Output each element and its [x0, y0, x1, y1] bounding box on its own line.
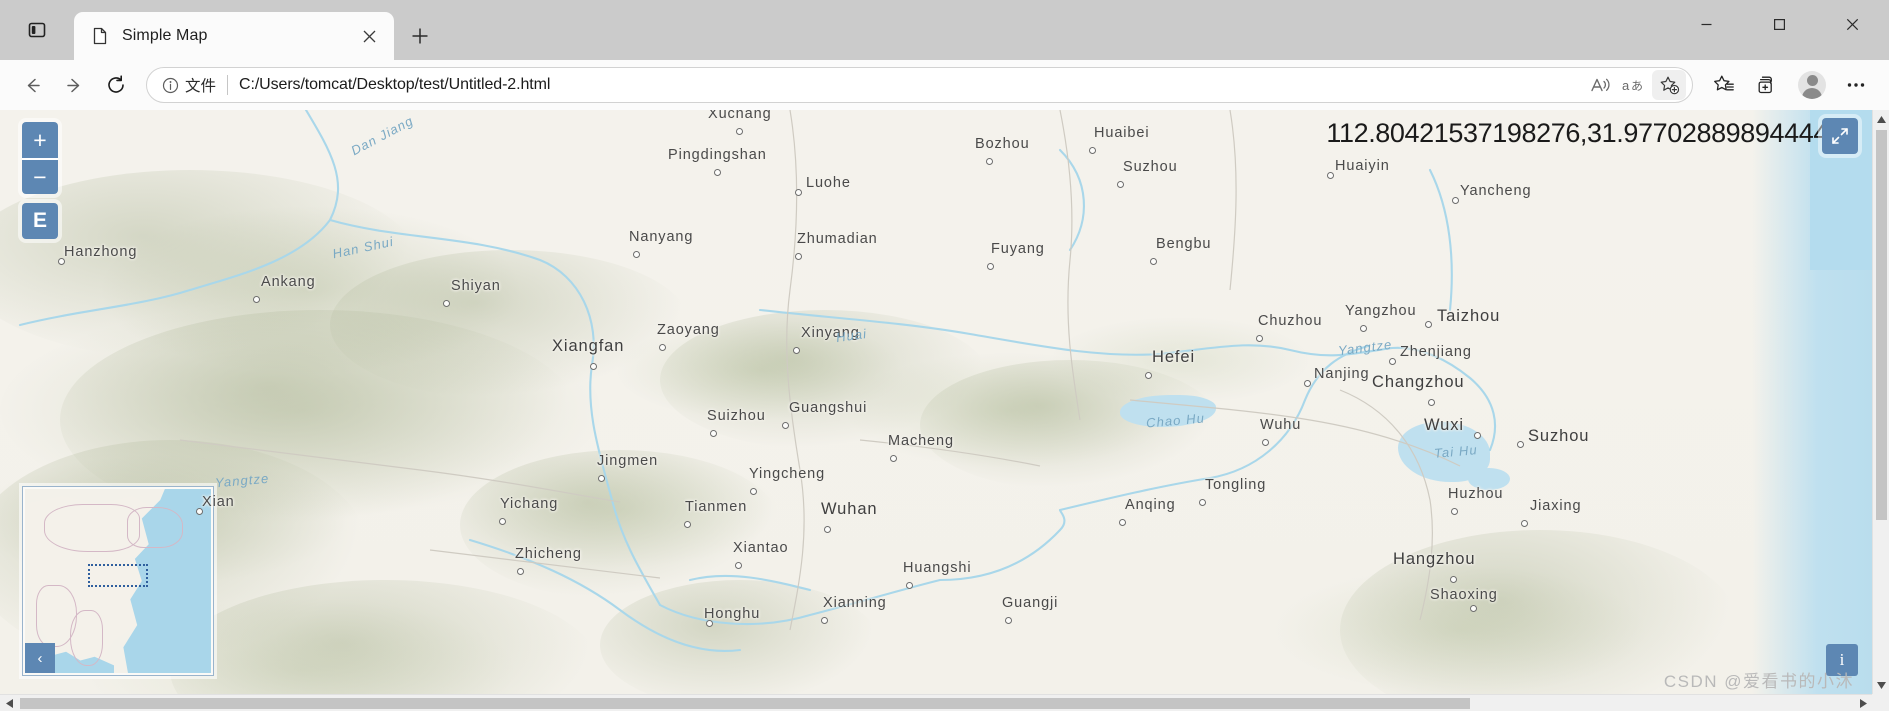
map-basemap-tiles [0, 110, 1872, 694]
page-viewport: 112.80421537198276,31.97702889894444 + −… [0, 110, 1889, 694]
collections-icon [1758, 76, 1772, 94]
minimize-icon [1701, 23, 1712, 25]
caret-down-icon [1876, 681, 1886, 689]
favorites-icon [1714, 75, 1734, 91]
caret-right-icon [1859, 698, 1867, 708]
compass-button[interactable]: E [22, 203, 58, 239]
svg-text:a: a [1622, 78, 1630, 93]
overview-collapse-button[interactable]: ‹ [25, 643, 55, 673]
maximize-icon [1774, 18, 1786, 30]
info-circle-icon[interactable] [157, 72, 183, 98]
profile-button[interactable] [1791, 66, 1833, 104]
scroll-up-button[interactable] [1873, 110, 1889, 128]
omnibox-divider [227, 75, 229, 95]
document-icon [90, 26, 110, 46]
arrow-right-icon [66, 78, 79, 92]
expand-arrows-icon [1832, 128, 1848, 144]
horizontal-scroll-thumb[interactable] [20, 697, 1470, 709]
attribution-info-button[interactable]: i [1826, 644, 1858, 676]
close-tab-icon[interactable] [354, 21, 384, 51]
zoom-out-button[interactable]: − [22, 158, 58, 194]
read-aloud-icon[interactable] [1584, 70, 1618, 100]
window-controls [1670, 0, 1889, 60]
settings-and-more-button[interactable] [1835, 66, 1877, 104]
url-text[interactable]: C:/Users/tomcat/Desktop/test/Untitled-2.… [239, 76, 1584, 94]
scroll-left-button[interactable] [0, 694, 18, 711]
plus-icon [412, 28, 428, 44]
add-favorite-icon[interactable] [1652, 70, 1686, 100]
forward-button[interactable] [54, 66, 94, 104]
arrow-left-icon [27, 78, 40, 92]
svg-text:あ: あ [1631, 79, 1643, 93]
browser-titlebar: Simple Map [0, 0, 1889, 60]
address-bar[interactable]: 文件 C:/Users/tomcat/Desktop/test/Untitled… [146, 67, 1693, 103]
tab-strip-left [0, 0, 74, 60]
vertical-scrollbar[interactable] [1872, 110, 1889, 694]
settings-more-icon [1847, 83, 1865, 87]
close-window-button[interactable] [1816, 0, 1889, 48]
refresh-icon [108, 75, 124, 93]
zoom-controls: + − [22, 122, 58, 194]
browser-tab[interactable]: Simple Map [74, 12, 394, 60]
tab-actions-icon [28, 22, 46, 38]
tab-title: Simple Map [122, 27, 208, 44]
browser-window: Simple Map 文件 C:/Users/tomcat/Desktop/te… [0, 0, 1889, 711]
scrollbar-corner [1872, 694, 1889, 711]
overview-map-panel[interactable]: ‹ [22, 486, 214, 676]
tab-actions-button[interactable] [16, 11, 58, 49]
refresh-button[interactable] [96, 66, 136, 104]
collections-button[interactable] [1747, 66, 1789, 104]
caret-up-icon [1876, 115, 1886, 123]
new-tab-button[interactable] [400, 16, 440, 56]
scroll-down-button[interactable] [1873, 676, 1889, 694]
maximize-button[interactable] [1743, 0, 1816, 48]
overview-country-border [69, 610, 104, 666]
browser-toolbar: 文件 C:/Users/tomcat/Desktop/test/Untitled… [0, 60, 1889, 110]
zoom-in-button[interactable]: + [22, 122, 58, 158]
sea-area [1752, 110, 1872, 694]
favorites-button[interactable] [1703, 66, 1745, 104]
scroll-right-button[interactable] [1854, 694, 1872, 711]
caret-left-icon [5, 698, 13, 708]
translate-icon[interactable]: a あ [1618, 70, 1652, 100]
overview-country-border [43, 503, 141, 552]
fullscreen-button[interactable] [1822, 118, 1858, 154]
minimize-button[interactable] [1670, 0, 1743, 48]
back-button[interactable] [12, 66, 52, 104]
close-icon [1846, 18, 1859, 30]
horizontal-scrollbar[interactable] [0, 694, 1872, 711]
overview-extent-rectangle[interactable] [88, 564, 148, 587]
avatar [1798, 71, 1826, 99]
bottom-scroll-row [0, 694, 1889, 711]
vertical-scroll-thumb[interactable] [1875, 130, 1887, 520]
overview-country-border [127, 507, 184, 548]
overview-map-canvas: ‹ [25, 489, 211, 673]
map-container[interactable]: 112.80421537198276,31.97702889894444 + −… [0, 110, 1872, 694]
url-scheme-label: 文件 [185, 78, 217, 95]
